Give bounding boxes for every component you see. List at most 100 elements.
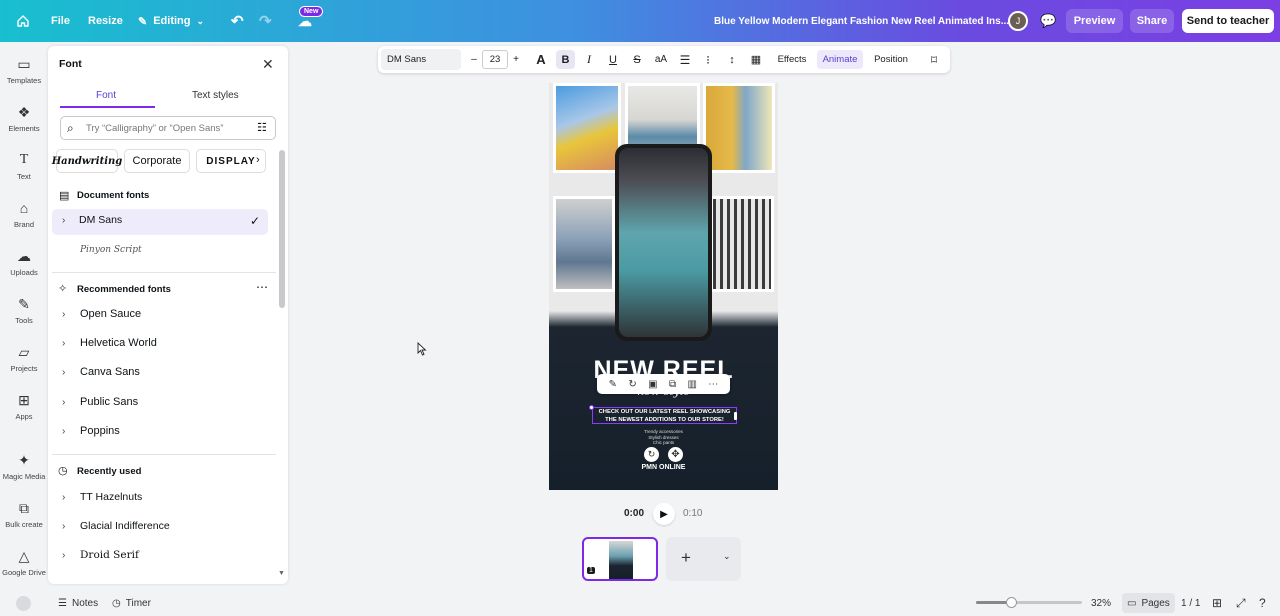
rail-text[interactable]: T Text: [0, 152, 48, 181]
decrease-size-button[interactable]: –: [467, 46, 481, 73]
chevron-right-icon: ›: [62, 521, 66, 532]
rotate-icon[interactable]: ↻: [628, 379, 636, 390]
font-row-pinyon-script[interactable]: Pinyon Script: [80, 245, 142, 255]
increase-size-button[interactable]: +: [509, 46, 523, 73]
font-row-helvetica-world[interactable]: › Helvetica World: [56, 332, 274, 358]
rail-templates-label: Templates: [6, 76, 42, 85]
letter-case-icon[interactable]: aA: [652, 46, 670, 73]
position-button[interactable]: Position: [868, 46, 914, 73]
rail-google-drive[interactable]: △ Google Drive: [0, 548, 48, 577]
caption-text-selected[interactable]: CHECK OUT OUR LATEST REEL SHOWCASING THE…: [592, 407, 737, 424]
brand-text[interactable]: PMN ONLINE: [549, 464, 778, 471]
tab-text-styles[interactable]: Text styles: [192, 90, 239, 101]
italic-icon[interactable]: I: [581, 46, 597, 73]
timer-button[interactable]: ◷ Timer: [112, 590, 151, 616]
play-button-icon[interactable]: ▶: [653, 503, 675, 525]
rail-magic-media[interactable]: ✦ Magic Media: [0, 452, 48, 481]
resize-handle[interactable]: [734, 412, 737, 420]
rail-projects[interactable]: ▱ Projects: [0, 344, 48, 373]
pages-button[interactable]: ▭ Pages: [1122, 593, 1175, 613]
chip-handwriting[interactable]: Handwriting: [52, 149, 122, 173]
close-icon[interactable]: ✕: [262, 56, 274, 73]
share-button[interactable]: Share: [1130, 9, 1174, 33]
chevron-right-icon: ›: [62, 550, 66, 561]
send-to-teacher-button[interactable]: Send to teacher: [1182, 9, 1274, 33]
avatar[interactable]: J: [1008, 11, 1028, 31]
paint-format-icon[interactable]: ⌑: [924, 46, 944, 73]
undo-icon[interactable]: ↶: [231, 0, 244, 42]
preview-button[interactable]: Preview: [1066, 9, 1123, 33]
font-size-input[interactable]: 23: [482, 50, 508, 69]
rail-tools[interactable]: ✎ Tools: [0, 296, 48, 325]
font-row-poppins[interactable]: › Poppins: [56, 420, 274, 446]
chevron-down-icon[interactable]: ⌄: [723, 551, 731, 562]
search-input[interactable]: Try “Calligraphy” or “Open Sans”: [86, 123, 223, 134]
chevron-down-icon: ⌄: [196, 15, 205, 26]
tab-font[interactable]: Font: [96, 90, 116, 101]
zoom-slider[interactable]: [976, 601, 1082, 604]
page-thumbnail[interactable]: 1: [582, 537, 658, 581]
panel-scrollbar[interactable]: [279, 150, 285, 308]
align-center-icon[interactable]: ☰: [677, 46, 693, 73]
resize-menu[interactable]: Resize: [88, 0, 123, 42]
rotate-handle-icon[interactable]: ↻: [644, 447, 659, 462]
grid-view-icon[interactable]: ⊞: [1212, 590, 1222, 616]
duplicate-icon[interactable]: ⧉: [669, 379, 676, 390]
design-canvas[interactable]: NEW REEL new style ✎ ↻ ▣ ⧉ ▥ ⋯ CHECK OUT…: [549, 83, 778, 490]
scroll-down-icon[interactable]: ▼: [278, 570, 285, 577]
fullscreen-icon[interactable]: ⤢: [1236, 590, 1246, 616]
search-box[interactable]: ⌕ Try “Calligraphy” or “Open Sans” ☷: [60, 116, 276, 140]
move-handle-icon[interactable]: ✥: [668, 447, 683, 462]
underline-icon[interactable]: U: [605, 46, 621, 73]
document-title[interactable]: Blue Yellow Modern Elegant Fashion New R…: [714, 0, 1009, 42]
zoom-level[interactable]: 32%: [1091, 590, 1111, 616]
rail-uploads[interactable]: ☁ Uploads: [0, 248, 48, 277]
effects-button[interactable]: Effects: [770, 46, 814, 73]
more-icon[interactable]: ⋯: [708, 379, 718, 390]
font-row-droid-serif[interactable]: › Droid Serif: [56, 544, 274, 570]
font-row-public-sans[interactable]: › Public Sans: [56, 391, 274, 417]
font-family-dropdown[interactable]: DM Sans: [381, 49, 461, 70]
rail-elements[interactable]: ❖ Elements: [0, 104, 48, 133]
bottom-bar: ☰ Notes ◷ Timer 32% ▭ Pages 1 / 1 ⊞ ⤢ ?: [0, 590, 1280, 616]
help-icon[interactable]: [16, 596, 31, 611]
spacing-icon[interactable]: ↕: [724, 46, 740, 73]
font-row-canva-sans[interactable]: › Canva Sans: [56, 361, 274, 387]
filter-icon[interactable]: ☷: [257, 121, 267, 134]
more-icon[interactable]: ⋯: [256, 280, 268, 294]
notes-button[interactable]: ☰ Notes: [58, 590, 98, 616]
text-color-icon[interactable]: A: [533, 46, 549, 73]
redo-icon[interactable]: ↷: [259, 0, 272, 42]
resize-handle[interactable]: [589, 405, 594, 410]
rail-bulk-create[interactable]: ⧉ Bulk create: [0, 500, 48, 529]
editing-menu[interactable]: ✎ Editing ⌄: [138, 0, 204, 42]
rail-templates[interactable]: ▭ Templates: [0, 56, 48, 85]
list-icon[interactable]: ⁝: [700, 46, 716, 73]
strikethrough-icon[interactable]: S: [629, 46, 645, 73]
templates-icon: ▭: [17, 56, 31, 72]
animate-button[interactable]: Animate: [817, 50, 863, 69]
lock-icon[interactable]: ▣: [648, 379, 657, 390]
list-text[interactable]: Trendy accessories Stylish dresses Chic …: [549, 429, 778, 446]
transparency-icon[interactable]: ▦: [748, 46, 764, 73]
home-icon[interactable]: [16, 0, 30, 42]
comment-icon[interactable]: 💬: [1040, 0, 1056, 42]
delete-icon[interactable]: ▥: [687, 379, 696, 390]
magic-edit-icon[interactable]: ✎: [609, 379, 617, 390]
font-row-open-sauce[interactable]: › Open Sauce: [56, 303, 274, 329]
photo-striped-backdrop: [710, 196, 774, 292]
rail-brand[interactable]: ⌂ Brand: [0, 200, 48, 229]
font-row-glacial-indifference[interactable]: › Glacial Indifference: [56, 515, 274, 541]
chevron-right-icon[interactable]: ›: [256, 154, 260, 166]
font-row-tt-hazelnuts[interactable]: › TT Hazelnuts: [56, 486, 274, 512]
rail-apps[interactable]: ⊞ Apps: [0, 392, 48, 421]
mouse-cursor-icon: [417, 341, 427, 361]
bold-icon[interactable]: B: [556, 50, 575, 69]
help-question-icon[interactable]: ?: [1259, 590, 1266, 616]
chip-corporate[interactable]: Corporate: [124, 149, 190, 173]
font-row-dm-sans[interactable]: › DM Sans ✓: [52, 209, 268, 235]
file-menu[interactable]: File: [51, 0, 70, 42]
zoom-slider-handle[interactable]: [1005, 597, 1017, 608]
chevron-right-icon: ›: [62, 367, 66, 378]
add-page-icon[interactable]: +: [681, 548, 691, 568]
